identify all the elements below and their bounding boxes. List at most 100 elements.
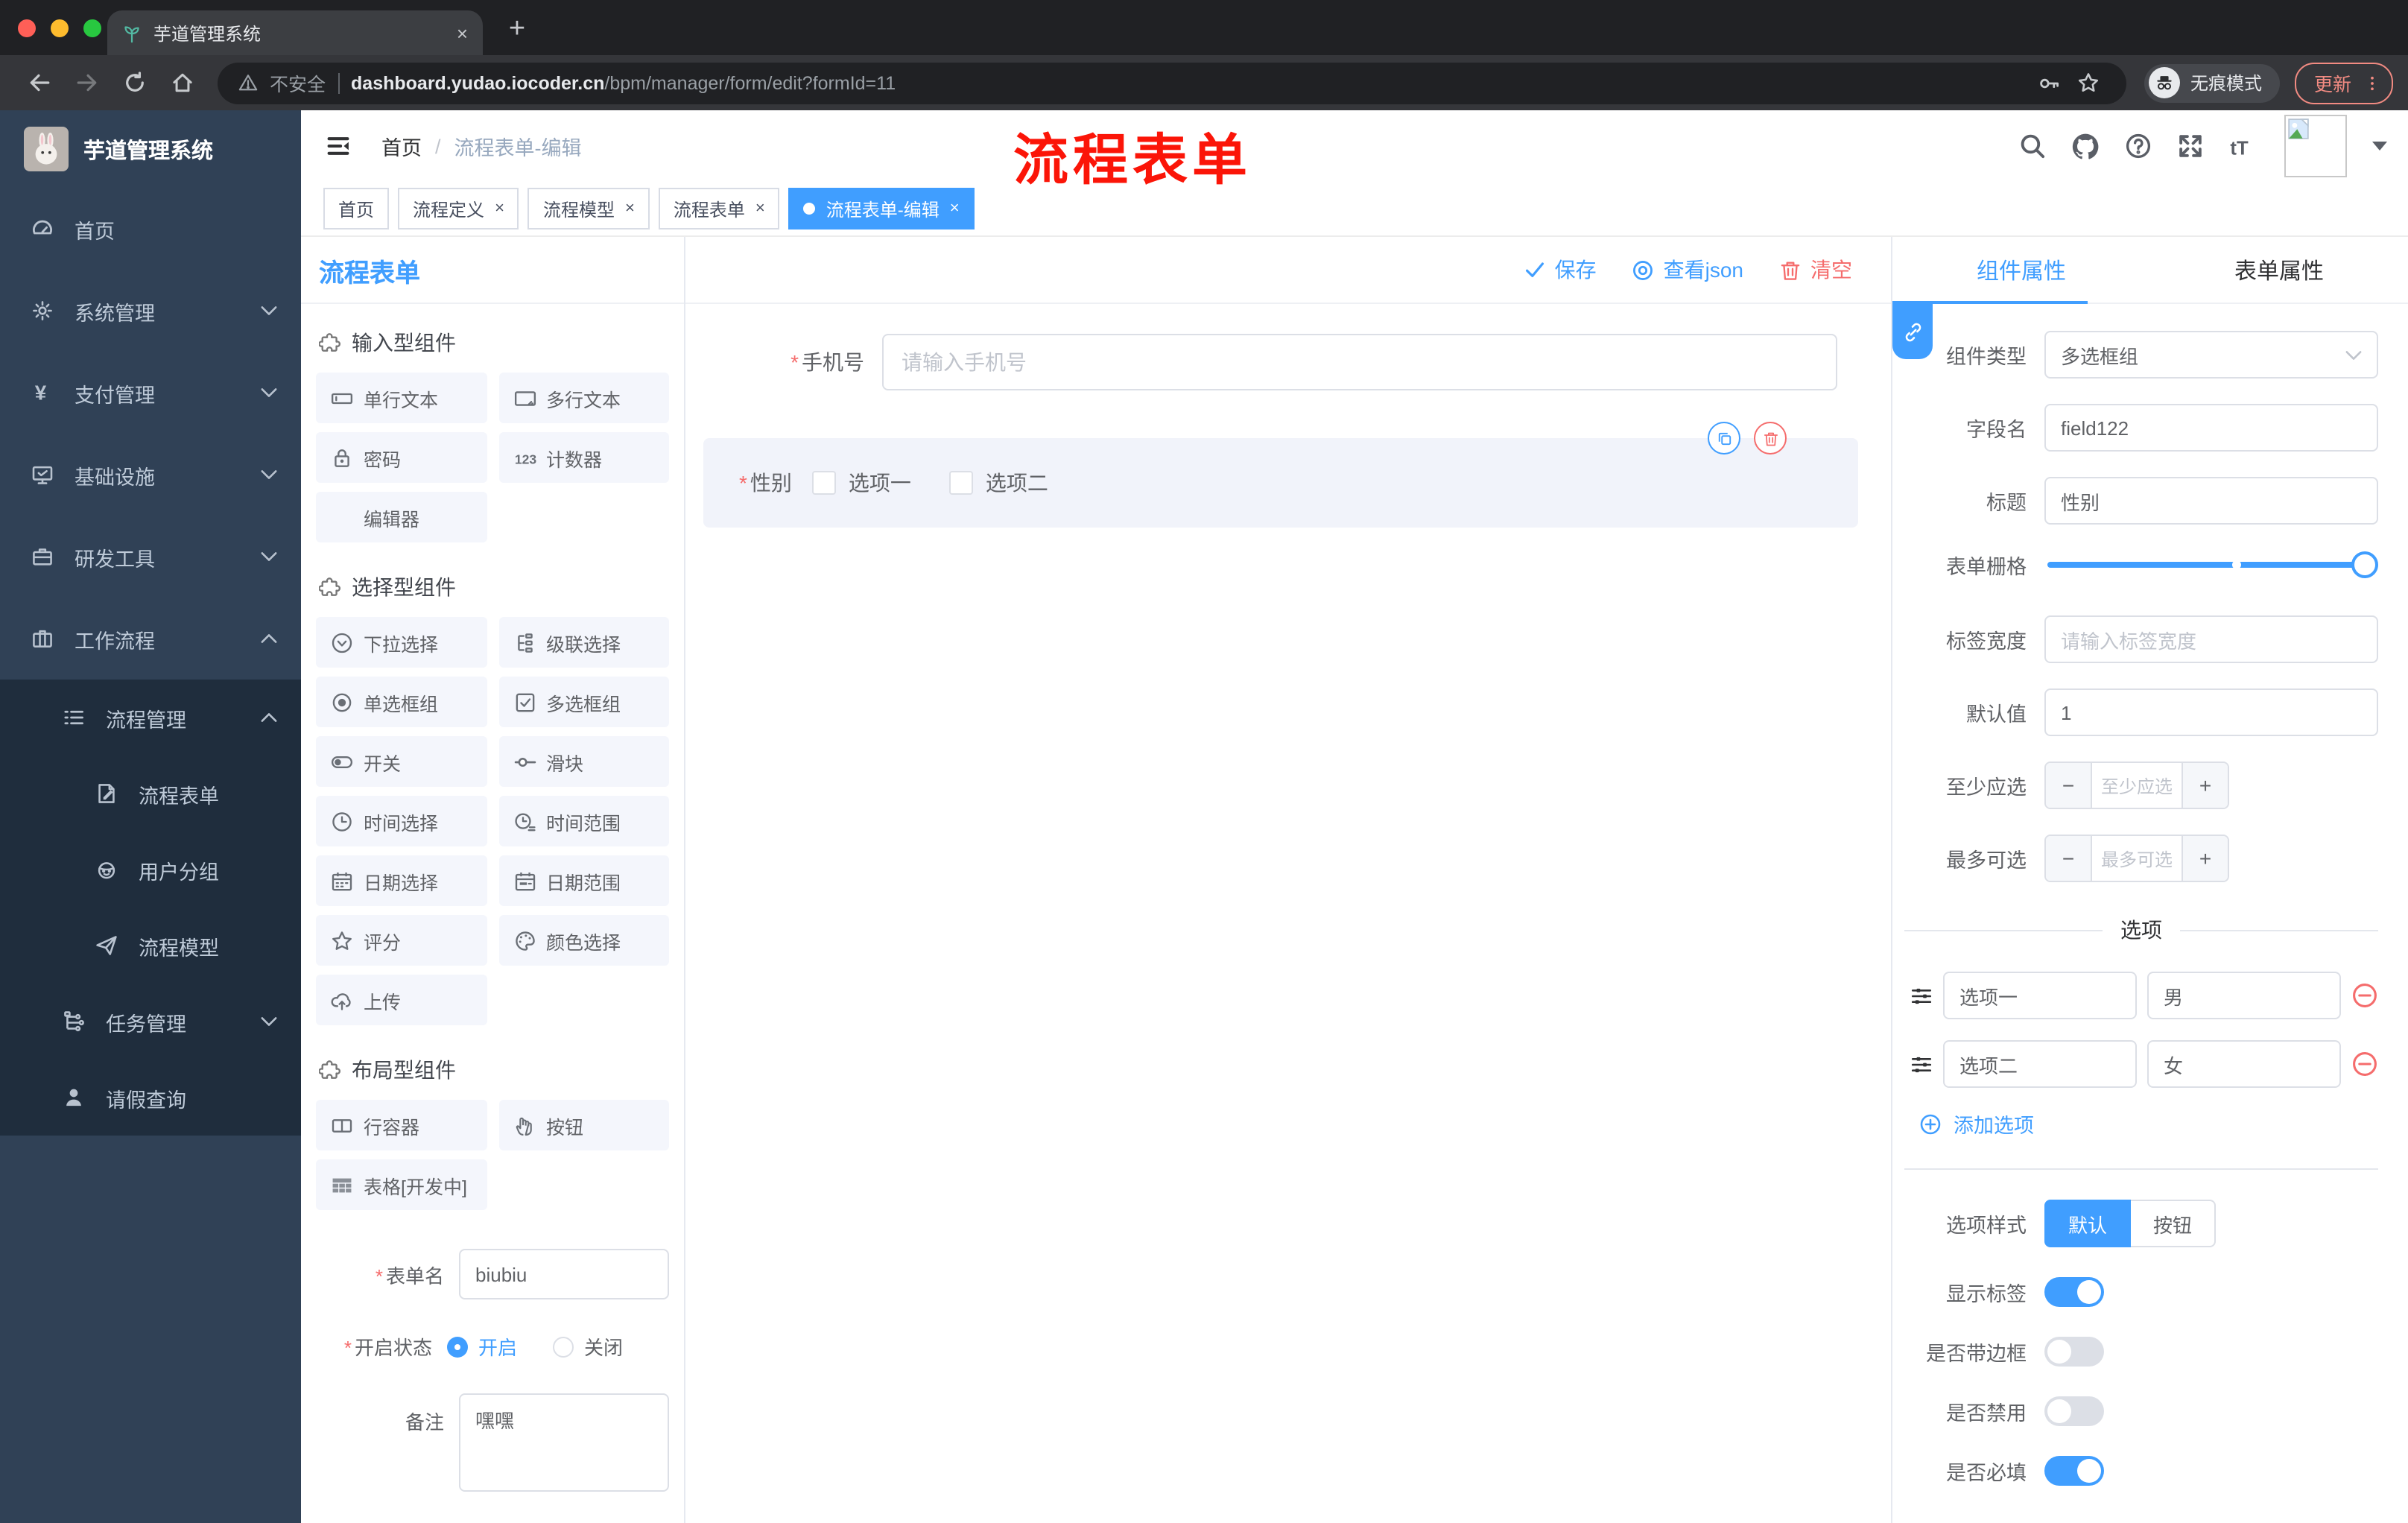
component-time-range[interactable]: 时间范围 (498, 796, 669, 846)
browser-tab[interactable]: 芋道管理系统 × (107, 10, 483, 55)
min-select-input[interactable]: 至少应选 (2092, 763, 2182, 808)
sidebar-item-devtools[interactable]: 研发工具 (0, 516, 301, 598)
sidebar-item-task-mgmt[interactable]: 任务管理 (0, 984, 301, 1060)
font-size-icon[interactable] (2229, 131, 2259, 161)
new-tab-button[interactable]: + (498, 10, 536, 49)
tag-close-icon[interactable]: × (950, 200, 960, 218)
component-cascader[interactable]: 级联选择 (498, 617, 669, 668)
clear-button[interactable]: 清空 (1779, 255, 1852, 285)
required-toggle[interactable] (2044, 1456, 2104, 1486)
sidebar-item-system[interactable]: 系统管理 (0, 270, 301, 352)
label-width-input[interactable]: 请输入标签宽度 (2044, 615, 2378, 663)
component-checkbox-group[interactable]: 多选框组 (498, 677, 669, 727)
maximize-window-button[interactable] (83, 19, 101, 37)
tag-process-model[interactable]: 流程模型 × (527, 188, 650, 229)
option-label-input[interactable]: 选项一 (1943, 972, 2137, 1019)
tab-close-icon[interactable]: × (457, 22, 468, 44)
drag-handle-icon[interactable] (1910, 984, 1933, 1007)
bookmark-star-icon[interactable] (2077, 72, 2100, 94)
sidebar-item-process-mgmt[interactable]: 流程管理 (0, 680, 301, 756)
style-button-button[interactable]: 按钮 (2131, 1200, 2217, 1247)
slider-knob[interactable] (2351, 551, 2378, 578)
browser-menu-dots-icon[interactable] (2363, 74, 2381, 92)
disabled-toggle[interactable] (2044, 1396, 2104, 1426)
reload-icon[interactable] (115, 63, 153, 102)
security-label[interactable]: 不安全 (270, 69, 326, 97)
option-value-input[interactable]: 女 (2147, 1040, 2341, 1088)
option-label-input[interactable]: 选项二 (1943, 1040, 2137, 1088)
sidebar-item-process-form[interactable]: 流程表单 (0, 756, 301, 832)
component-rate[interactable]: 评分 (316, 915, 487, 966)
remark-textarea[interactable]: 嘿嘿 (459, 1393, 669, 1492)
field-name-input[interactable]: field122 (2044, 404, 2378, 452)
show-label-toggle[interactable] (2044, 1277, 2104, 1307)
tab-component-props[interactable]: 组件属性 (1892, 237, 2150, 304)
component-upload[interactable]: 上传 (316, 975, 487, 1025)
view-json-button[interactable]: 查看json (1632, 255, 1743, 285)
style-default-button[interactable]: 默认 (2044, 1200, 2132, 1247)
tag-close-icon[interactable]: × (755, 200, 765, 218)
drag-handle-icon[interactable] (1910, 1053, 1933, 1075)
address-bar[interactable]: 不安全 dashboard.yudao.iocoder.cn /bpm/mana… (218, 62, 2126, 104)
remove-option-icon[interactable] (2351, 982, 2378, 1009)
canvas-field-gender-selected[interactable]: * 性别 选项一 选项二 (703, 422, 1858, 528)
sidebar-item-home[interactable]: 首页 (0, 188, 301, 270)
help-icon[interactable] (2125, 133, 2152, 159)
component-type-select[interactable]: 多选框组 (2044, 331, 2378, 379)
tag-close-icon[interactable]: × (495, 200, 504, 218)
duplicate-component-button[interactable] (1708, 422, 1740, 455)
component-row-container[interactable]: 行容器 (316, 1100, 487, 1150)
component-text-input[interactable]: 单行文本 (316, 373, 487, 423)
component-time-picker[interactable]: 时间选择 (316, 796, 487, 846)
forward-icon[interactable] (67, 63, 106, 102)
avatar[interactable] (2284, 115, 2347, 177)
option-value-input[interactable]: 男 (2147, 972, 2341, 1019)
status-radio-on[interactable]: 开启 (447, 1332, 517, 1361)
tab-form-props[interactable]: 表单属性 (2150, 237, 2408, 303)
save-button[interactable]: 保存 (1525, 255, 1597, 285)
delete-component-button[interactable] (1754, 422, 1787, 455)
tag-home[interactable]: 首页 (323, 188, 390, 229)
component-date-range[interactable]: 日期范围 (498, 855, 669, 906)
stepper-decrease-button[interactable]: − (2046, 763, 2092, 808)
component-password[interactable]: 密码 (316, 432, 487, 483)
breadcrumb-home[interactable]: 首页 (381, 131, 422, 161)
caret-down-icon[interactable] (2372, 142, 2387, 151)
minimize-window-button[interactable] (51, 19, 69, 37)
gender-option-1[interactable]: 选项一 (812, 468, 911, 498)
sidebar-item-process-model[interactable]: 流程模型 (0, 908, 301, 984)
tag-close-icon[interactable]: × (625, 200, 635, 218)
component-slider[interactable]: 滑块 (498, 736, 669, 787)
search-icon[interactable] (2019, 133, 2046, 159)
form-name-input[interactable] (459, 1249, 669, 1299)
status-radio-off[interactable]: 关闭 (553, 1332, 623, 1361)
remove-option-icon[interactable] (2351, 1051, 2378, 1077)
max-select-input[interactable]: 最多可选 (2092, 836, 2182, 881)
component-switch[interactable]: 开关 (316, 736, 487, 787)
github-icon[interactable] (2071, 132, 2100, 160)
sidebar-item-infra[interactable]: 基础设施 (0, 434, 301, 516)
tag-process-form-edit[interactable]: 流程表单-编辑 × (788, 188, 975, 229)
component-select[interactable]: 下拉选择 (316, 617, 487, 668)
browser-update-button[interactable]: 更新 (2294, 62, 2393, 104)
sidebar-item-payment[interactable]: 支付管理 (0, 352, 301, 434)
component-table[interactable]: 表格[开发中] (316, 1159, 487, 1210)
form-grid-slider[interactable] (2047, 551, 2378, 578)
sidebar-item-user-group[interactable]: 用户分组 (0, 832, 301, 908)
stepper-decrease-button[interactable]: − (2046, 836, 2092, 881)
component-button[interactable]: 按钮 (498, 1100, 669, 1150)
component-counter[interactable]: 计数器 (498, 432, 669, 483)
stepper-increase-button[interactable]: + (2182, 763, 2228, 808)
link-handle[interactable] (1892, 304, 1933, 359)
sidebar-item-leave-query[interactable]: 请假查询 (0, 1060, 301, 1136)
tag-process-definition[interactable]: 流程定义 × (398, 188, 519, 229)
home-icon[interactable] (162, 63, 201, 102)
back-icon[interactable] (19, 63, 58, 102)
canvas-field-phone[interactable]: * 手机号 (685, 334, 1891, 390)
add-option-button[interactable]: 添加选项 (1919, 1109, 2378, 1139)
close-window-button[interactable] (18, 19, 36, 37)
password-key-icon[interactable] (2038, 72, 2059, 93)
component-radio-group[interactable]: 单选框组 (316, 677, 487, 727)
tag-process-form[interactable]: 流程表单 × (658, 188, 780, 229)
phone-input[interactable] (882, 334, 1837, 390)
